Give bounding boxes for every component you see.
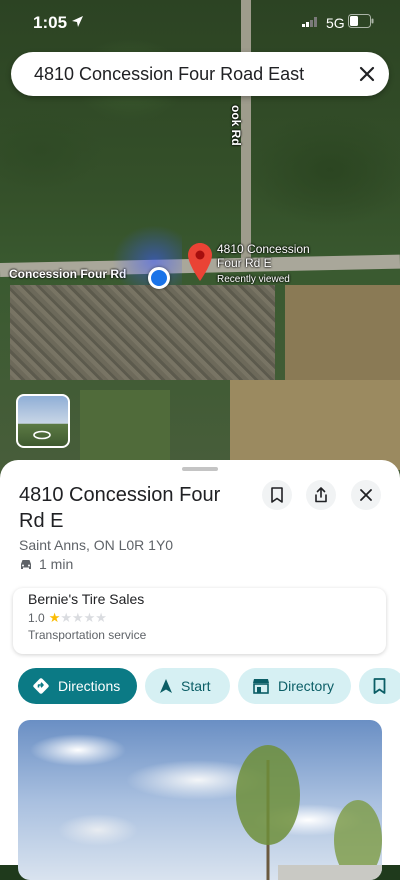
business-name: Bernie's Tire Sales [28, 591, 145, 607]
pin-label-line2: Four Rd E [217, 256, 272, 270]
status-bar: 1:05 5G [0, 0, 400, 44]
map-field [80, 390, 170, 460]
place-photo[interactable] [18, 720, 382, 880]
share-button[interactable] [306, 480, 336, 510]
current-location-dot [148, 267, 170, 289]
nearby-business-card[interactable]: Bernie's Tire Sales 1.0 ★★★★★ Transporta… [13, 588, 386, 654]
pin-sublabel: Recently viewed [217, 274, 290, 285]
drive-time: 1 min [19, 556, 73, 572]
status-time: 1:05 [33, 13, 68, 32]
location-arrow-icon [72, 16, 83, 27]
navigation-arrow-icon [160, 679, 172, 693]
side-road-label: ook Rd [229, 105, 243, 146]
close-icon [359, 66, 375, 82]
signal-icon [302, 17, 317, 27]
search-bar[interactable]: 4810 Concession Four Road East [11, 52, 389, 96]
road-label: Concession Four Rd [9, 267, 127, 281]
street-view-icon [33, 430, 51, 440]
save-button[interactable] [262, 480, 292, 510]
close-sheet-button[interactable] [351, 480, 381, 510]
place-address: Saint Anns, ON L0R 1Y0 [19, 537, 174, 553]
drive-time-value: 1 min [39, 556, 74, 572]
business-category: Transportation service [28, 628, 147, 642]
bookmark-icon [271, 487, 283, 503]
sheet-drag-handle[interactable] [182, 467, 218, 471]
rating-value: 1.0 [28, 611, 45, 625]
directory-button[interactable]: Directory [238, 668, 351, 704]
start-label: Start [181, 678, 211, 694]
close-icon [360, 489, 372, 501]
business-rating: 1.0 ★★★★★ [28, 610, 107, 626]
rating-stars: ★★★★★ [48, 610, 107, 625]
directions-label: Directions [58, 678, 121, 694]
search-input[interactable]: 4810 Concession Four Road East [11, 64, 345, 85]
clear-search-button[interactable] [345, 52, 389, 96]
directions-icon [33, 678, 49, 694]
directory-label: Directory [278, 678, 335, 694]
pin-label-line1: 4810 Concession [217, 242, 310, 256]
save-chip-button[interactable] [359, 668, 400, 704]
tree-image [236, 745, 382, 880]
network-label: 5G [326, 15, 345, 31]
location-accuracy-beam [112, 225, 182, 285]
battery-icon [348, 14, 374, 28]
place-pin-icon[interactable] [188, 243, 212, 281]
map-field [230, 380, 400, 470]
place-title: 4810 Concession Four Rd E [19, 484, 221, 532]
map-lot [10, 285, 275, 380]
bookmark-icon [373, 678, 386, 694]
pin-label: 4810 Concession Four Rd E [217, 242, 310, 270]
directions-button[interactable]: Directions [18, 668, 137, 704]
street-view-thumbnail[interactable] [16, 394, 70, 448]
share-icon [315, 487, 327, 503]
car-icon [21, 559, 31, 569]
place-sheet[interactable]: 4810 Concession Four Rd E Saint Anns, ON… [0, 460, 400, 880]
action-chips: Directions Start Directory [18, 668, 400, 706]
start-button[interactable]: Start [145, 668, 230, 704]
storefront-icon [253, 679, 269, 694]
